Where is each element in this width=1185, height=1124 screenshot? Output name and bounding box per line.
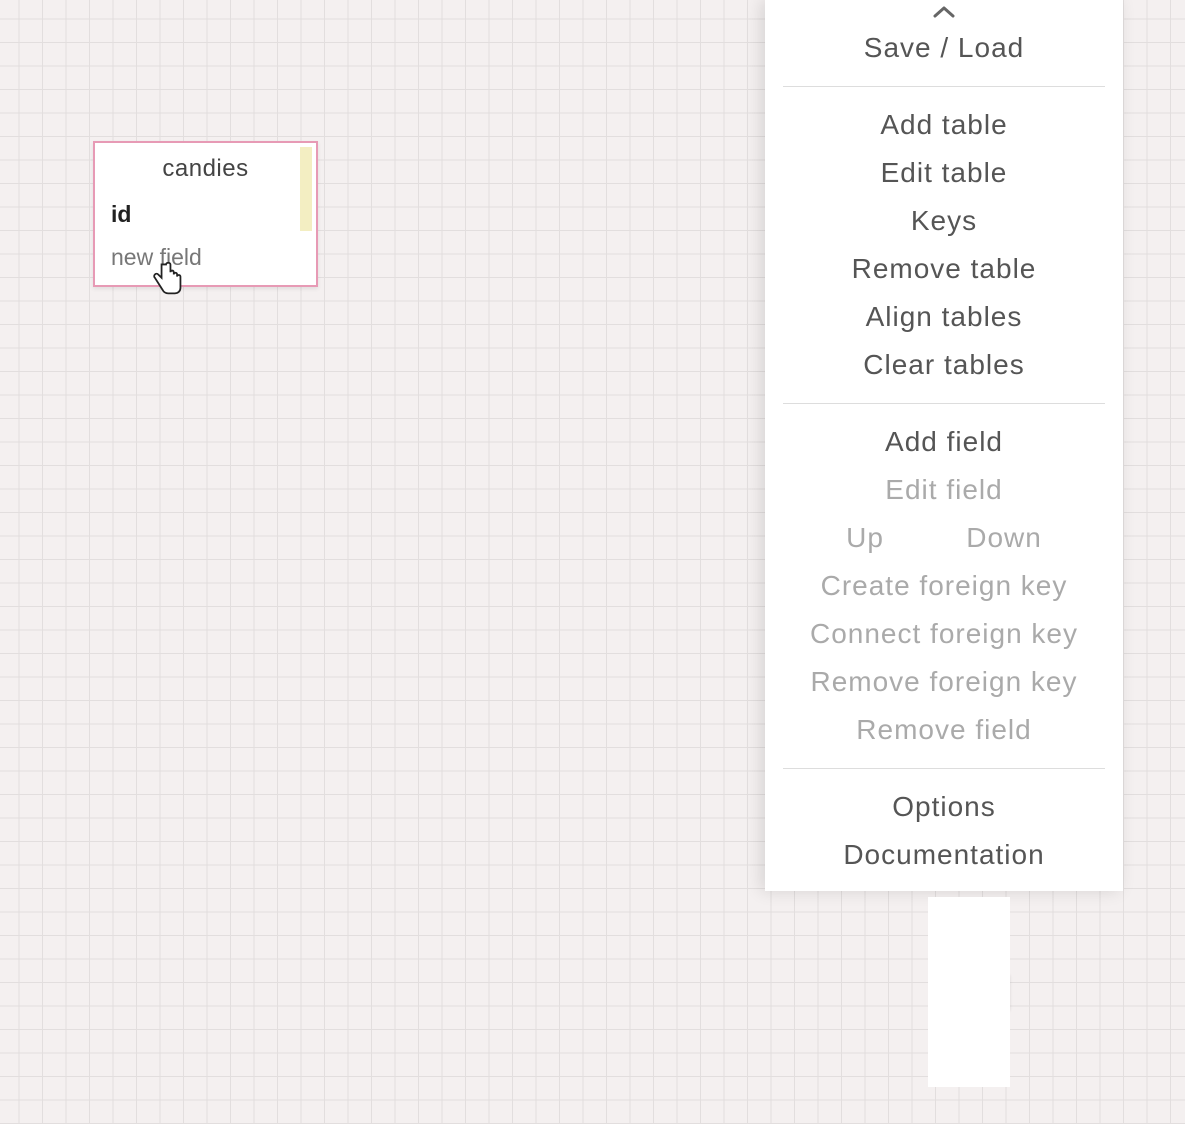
table-title[interactable]: candies [95,143,316,193]
menu-clear-tables[interactable]: Clear tables [765,341,1123,389]
menu-edit-field[interactable]: Edit field [765,466,1123,514]
menu-separator [783,403,1105,404]
menu-remove-field[interactable]: Remove field [765,706,1123,754]
chevron-up-icon [931,4,957,20]
menu-save-load[interactable]: Save / Load [765,24,1123,72]
menu-create-fk[interactable]: Create foreign key [765,562,1123,610]
menu-options[interactable]: Options [765,783,1123,831]
menu-documentation[interactable]: Documentation [765,831,1123,879]
sidebar-panel: Save / Load Add table Edit table Keys Re… [765,0,1123,891]
field-label: id [111,201,131,228]
menu-add-field[interactable]: Add field [765,418,1123,466]
menu-keys[interactable]: Keys [765,197,1123,245]
menu-edit-table[interactable]: Edit table [765,149,1123,197]
db-table-candies[interactable]: candies id new field [93,141,318,287]
menu-connect-fk[interactable]: Connect foreign key [765,610,1123,658]
menu-separator [783,768,1105,769]
menu-down[interactable]: Down [966,522,1042,554]
menu-add-table[interactable]: Add table [765,101,1123,149]
menu-up-down-row: Up Down [765,514,1123,562]
menu-separator [783,86,1105,87]
menu-remove-table[interactable]: Remove table [765,245,1123,293]
field-highlight [300,147,312,231]
right-panel-blank [928,897,1010,1087]
table-field-id[interactable]: id [95,193,316,236]
menu-align-tables[interactable]: Align tables [765,293,1123,341]
field-label: new field [111,244,202,271]
collapse-button[interactable] [765,0,1123,24]
menu-up[interactable]: Up [846,522,884,554]
table-field-new[interactable]: new field [95,236,316,285]
menu-remove-fk[interactable]: Remove foreign key [765,658,1123,706]
